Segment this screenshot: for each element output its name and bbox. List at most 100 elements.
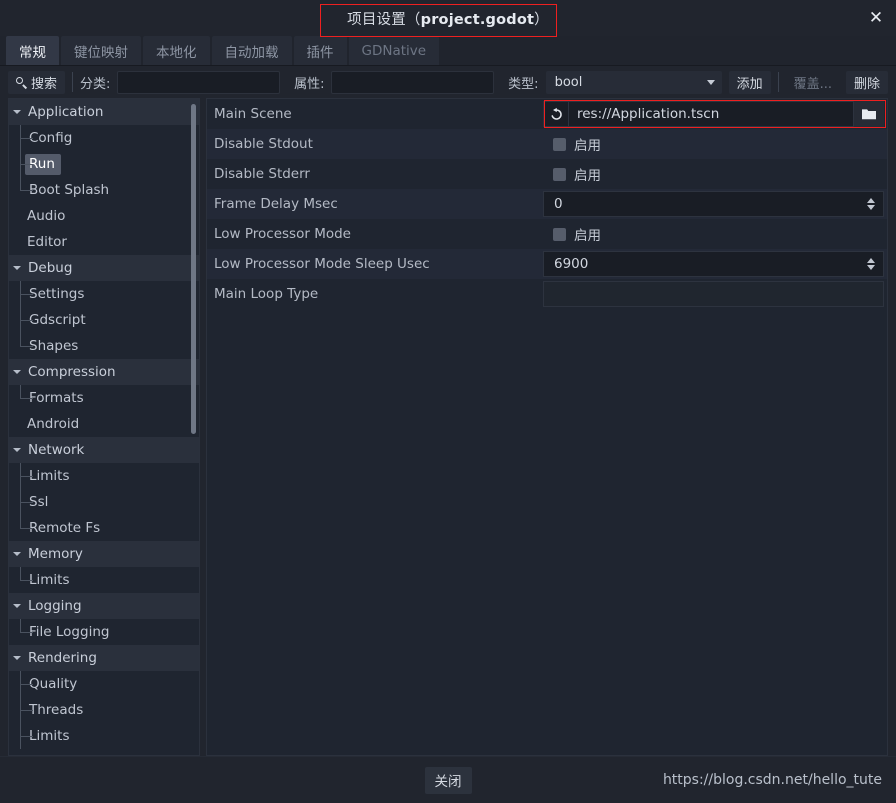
- property-checkbox[interactable]: 启用: [543, 134, 601, 154]
- tab-general[interactable]: 常规: [6, 36, 59, 65]
- tree-item-debug[interactable]: Debug: [9, 255, 199, 281]
- tree-item-compression[interactable]: Compression: [9, 359, 199, 385]
- tree-item-label: Remote Fs: [29, 519, 101, 536]
- tree-item-limits[interactable]: Limits: [9, 723, 199, 749]
- checkbox-label: 启用: [574, 228, 601, 244]
- search-icon: [16, 76, 27, 88]
- property-value: 启用: [543, 129, 887, 159]
- revert-icon[interactable]: [544, 102, 568, 126]
- tab-input-map[interactable]: 键位映射: [61, 36, 141, 65]
- tree-scrollbar-thumb[interactable]: [191, 104, 196, 434]
- checkbox-box[interactable]: [553, 167, 566, 181]
- tree-item-config[interactable]: Config: [9, 125, 199, 151]
- tree-item-quality[interactable]: Quality: [9, 671, 199, 697]
- tree-item-file-logging[interactable]: File Logging: [9, 619, 199, 645]
- chevron-down-icon: [706, 79, 715, 85]
- tree-item-settings[interactable]: Settings: [9, 281, 199, 307]
- chevron-down-icon[interactable]: [13, 110, 21, 114]
- tree-item-label: Formats: [29, 389, 84, 406]
- chevron-down-icon[interactable]: [13, 604, 21, 608]
- tab-label: 插件: [306, 44, 334, 61]
- main-scene-path-text: res://Application.tscn: [568, 102, 853, 126]
- close-button[interactable]: 关闭: [424, 766, 472, 794]
- tab-plugins[interactable]: 插件: [293, 36, 347, 65]
- type-dropdown[interactable]: bool: [545, 70, 722, 94]
- tree-item-label: Quality: [29, 675, 78, 692]
- tab-gdnative[interactable]: GDNative: [348, 36, 440, 65]
- tree-item-formats[interactable]: Formats: [9, 385, 199, 411]
- delete-button[interactable]: 删除: [845, 70, 888, 94]
- tab-label: 自动加载: [224, 44, 279, 61]
- tree-item-threads[interactable]: Threads: [9, 697, 199, 723]
- tree-item-label: Network: [28, 441, 85, 458]
- property-spinbox[interactable]: 0: [543, 191, 884, 217]
- property-list-panel: Main Scene res://Application.tscn Disable …: [206, 98, 888, 756]
- spinbox-arrows-icon[interactable]: [867, 198, 875, 210]
- chevron-down-icon[interactable]: [13, 266, 21, 270]
- tree-item-android[interactable]: Android: [9, 411, 199, 437]
- tree-item-limits[interactable]: Limits: [9, 567, 199, 593]
- property-row: Disable Stdout 启用: [207, 129, 887, 159]
- title-suffix: ）: [534, 11, 549, 28]
- property-value: 0: [543, 189, 887, 219]
- spinbox-arrows-icon[interactable]: [867, 258, 875, 270]
- chevron-down-icon[interactable]: [13, 370, 21, 374]
- settings-toolbar: 搜索 分类: 属性: 类型: bool 添加 覆盖... 删除: [0, 66, 896, 98]
- main-scene-path-field[interactable]: res://Application.tscn: [543, 101, 854, 127]
- tree-item-label: File Logging: [29, 623, 110, 640]
- tab-label: 键位映射: [74, 44, 128, 61]
- spinbox-value: 0: [554, 196, 563, 212]
- tree-item-label: Compression: [28, 363, 116, 380]
- property-checkbox[interactable]: 启用: [543, 224, 601, 244]
- property-text-field[interactable]: [543, 281, 884, 307]
- close-icon[interactable]: ✕: [864, 6, 888, 30]
- tree-connector-vertical: [20, 515, 21, 528]
- tree-connector-horizontal: [20, 190, 33, 191]
- property-checkbox[interactable]: 启用: [543, 164, 601, 184]
- tree-item-limits[interactable]: Limits: [9, 463, 199, 489]
- category-tree[interactable]: Application Config Run Boot Splash Audio Edit…: [9, 99, 199, 755]
- tree-item-label: Debug: [28, 259, 73, 276]
- tree-item-run[interactable]: Run: [9, 151, 199, 177]
- tree-item-network[interactable]: Network: [9, 437, 199, 463]
- property-value: [543, 279, 887, 309]
- tree-item-logging[interactable]: Logging: [9, 593, 199, 619]
- tab-autoload[interactable]: 自动加载: [211, 36, 292, 65]
- tree-item-memory[interactable]: Memory: [9, 541, 199, 567]
- tree-item-rendering[interactable]: Rendering: [9, 645, 199, 671]
- tree-scrollbar[interactable]: [191, 101, 196, 753]
- add-button[interactable]: 添加: [728, 70, 771, 94]
- property-row: Disable Stderr 启用: [207, 159, 887, 189]
- override-button[interactable]: 覆盖...: [786, 71, 840, 94]
- chevron-down-icon[interactable]: [13, 448, 21, 452]
- tree-item-application[interactable]: Application: [9, 99, 199, 125]
- property-value: 启用: [543, 219, 887, 249]
- tree-item-ssl[interactable]: Ssl: [9, 489, 199, 515]
- property-name: Frame Delay Msec: [214, 196, 338, 212]
- tree-connector-horizontal: [20, 476, 33, 477]
- folder-icon[interactable]: [854, 101, 884, 127]
- tab-bar: 常规 键位映射 本地化 自动加载 插件 GDNative: [0, 36, 896, 66]
- tree-item-remote-fs[interactable]: Remote Fs: [9, 515, 199, 541]
- checkbox-box[interactable]: [553, 137, 566, 151]
- search-button[interactable]: 搜索: [8, 70, 66, 94]
- chevron-down-icon[interactable]: [13, 656, 21, 660]
- dialog-footer: 关闭 https://blog.csdn.net/hello_tute: [0, 756, 896, 803]
- tree-item-audio[interactable]: Audio: [9, 203, 199, 229]
- tree-item-label: Threads: [29, 701, 84, 718]
- category-input[interactable]: [117, 70, 281, 94]
- property-row: Frame Delay Msec 0: [207, 189, 887, 219]
- spinbox-value: 6900: [554, 256, 589, 272]
- property-spinbox[interactable]: 6900: [543, 251, 884, 277]
- tree-item-gdscript[interactable]: Gdscript: [9, 307, 199, 333]
- property-input[interactable]: [331, 70, 495, 94]
- tab-localization[interactable]: 本地化: [143, 36, 210, 65]
- chevron-down-icon[interactable]: [13, 552, 21, 556]
- checkbox-box[interactable]: [553, 227, 566, 241]
- property-row: Low Processor Mode 启用: [207, 219, 887, 249]
- tree-item-boot-splash[interactable]: Boot Splash: [9, 177, 199, 203]
- tree-item-shapes[interactable]: Shapes: [9, 333, 199, 359]
- tree-item-editor[interactable]: Editor: [9, 229, 199, 255]
- tree-item-label: Settings: [29, 285, 85, 302]
- settings-content: Application Config Run Boot Splash Audio Edit…: [0, 98, 896, 756]
